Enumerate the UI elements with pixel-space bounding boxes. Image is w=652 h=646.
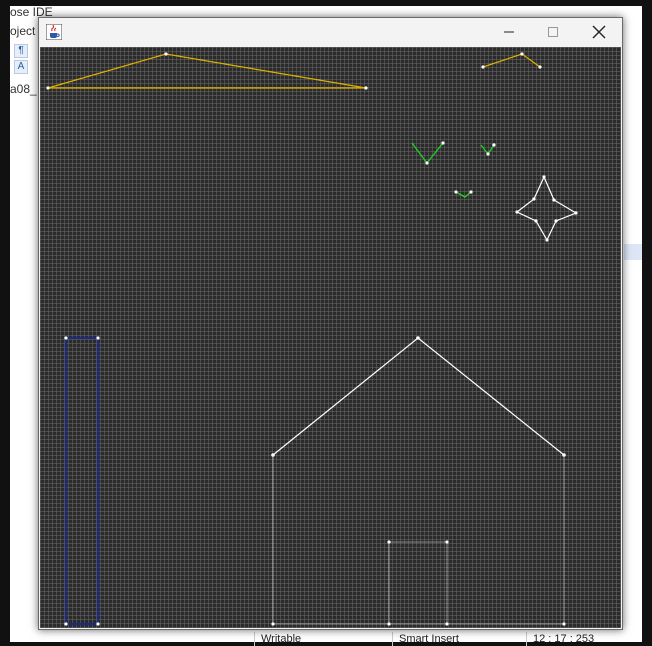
ide-pilcrow-button[interactable]: ¶ — [14, 44, 28, 58]
ide-font-button[interactable]: A — [14, 60, 28, 74]
ide-menu-fragment[interactable]: oject — [10, 24, 35, 38]
grid-background — [40, 47, 621, 628]
ide-status-insert-mode: Smart Insert — [392, 632, 525, 646]
desktop-edge-top — [0, 0, 652, 6]
maximize-button[interactable] — [530, 18, 576, 46]
maximize-icon — [548, 27, 558, 37]
close-icon — [592, 25, 606, 39]
ide-selection-highlight — [624, 244, 642, 260]
drawing-window — [38, 17, 623, 630]
minimize-button[interactable] — [486, 18, 532, 46]
ide-file-tab-fragment[interactable]: a08_ — [10, 82, 37, 96]
java-cup-icon — [46, 24, 62, 40]
minimize-icon — [504, 31, 514, 33]
drawing-canvas[interactable] — [40, 47, 621, 628]
ide-status-cursor-position: 12 : 17 : 253 — [526, 632, 647, 646]
desktop-edge-left — [0, 0, 10, 646]
window-titlebar[interactable] — [39, 18, 622, 46]
ide-status-writable: Writable — [254, 632, 391, 646]
desktop-edge-right — [642, 0, 652, 646]
close-button[interactable] — [576, 18, 622, 46]
